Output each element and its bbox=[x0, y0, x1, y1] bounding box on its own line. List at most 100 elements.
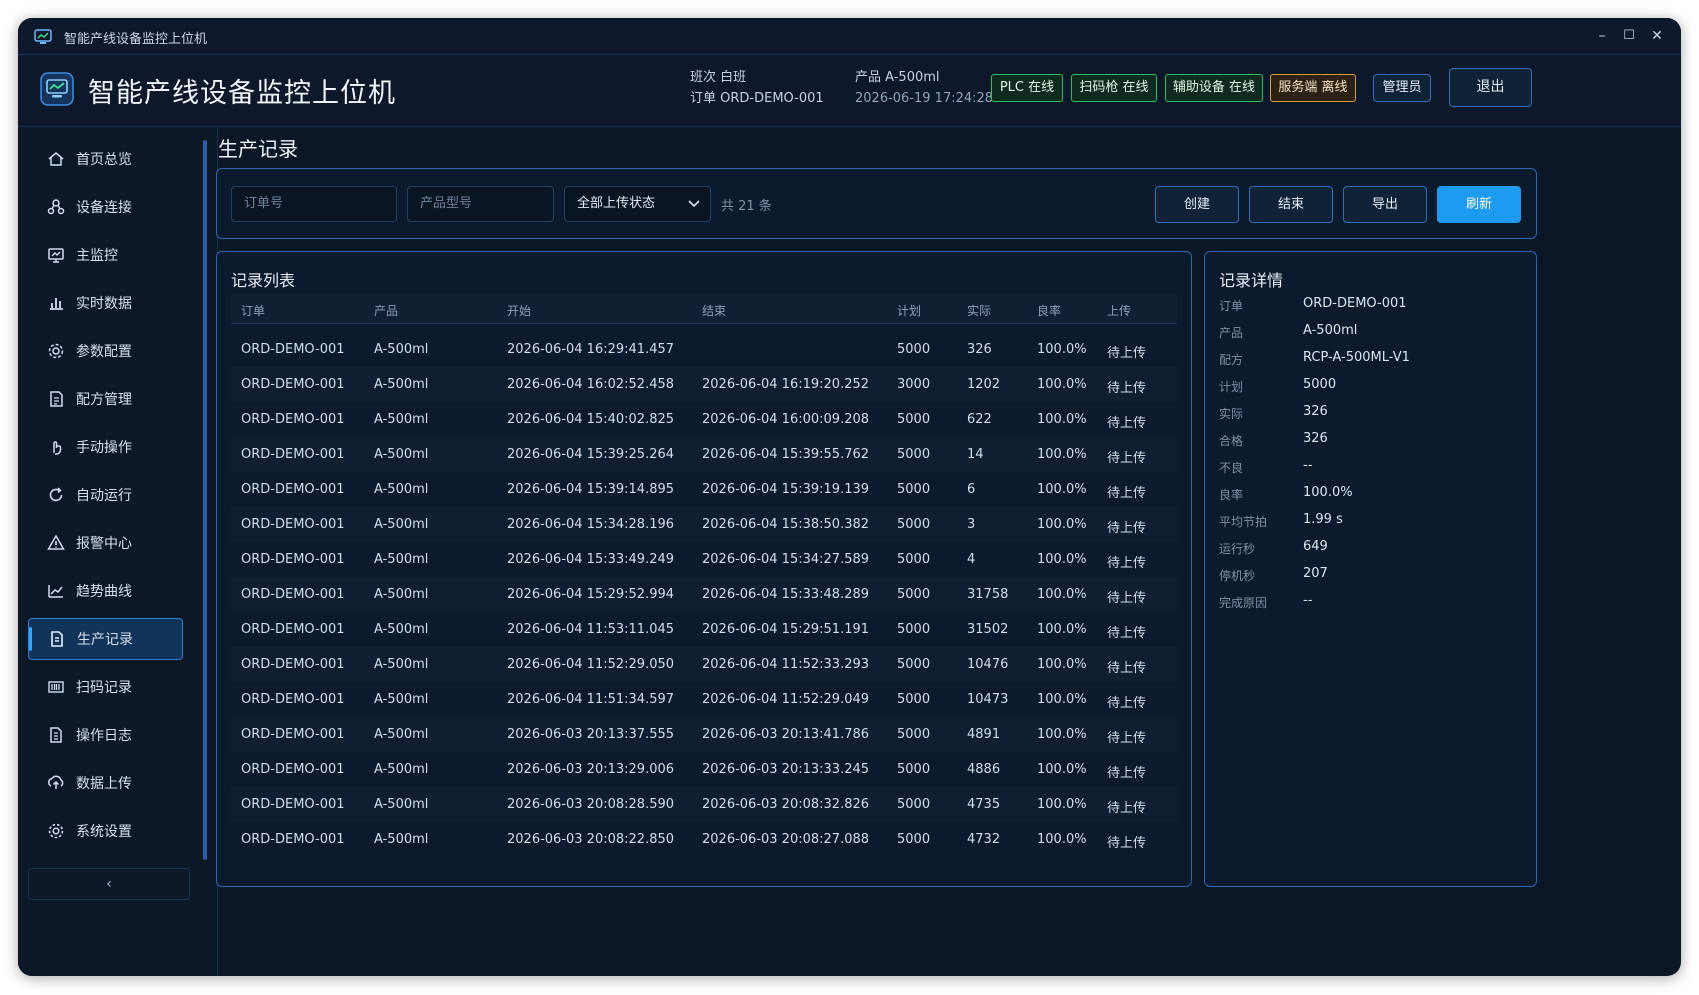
sidebar-item-3[interactable]: 主监控 bbox=[28, 234, 183, 276]
detail-value: 649 bbox=[1303, 539, 1328, 554]
cell-start: 2026-06-04 16:29:41.457 bbox=[507, 342, 675, 357]
sidebar-item-label: 扫码记录 bbox=[76, 680, 132, 696]
column-header[interactable]: 结束 bbox=[702, 302, 726, 319]
sidebar-item-10[interactable]: 趋势曲线 bbox=[28, 570, 183, 612]
cell-yield: 100.0% bbox=[1037, 342, 1087, 357]
sidebar-item-8[interactable]: 自动运行 bbox=[28, 474, 183, 516]
table-row[interactable]: ORD-DEMO-001 A-500ml 2026-06-03 20:13:29.0… bbox=[231, 752, 1177, 787]
sidebar-item-2[interactable]: 设备连接 bbox=[28, 186, 183, 228]
sidebar-item-14[interactable]: 数据上传 bbox=[28, 762, 183, 804]
hand-icon bbox=[46, 437, 66, 457]
sidebar-item-label: 数据上传 bbox=[76, 776, 132, 792]
cell-actual: 31502 bbox=[967, 622, 1009, 637]
record-detail-title: 记录详情 bbox=[1219, 271, 1284, 290]
sidebar-item-9[interactable]: 报警中心 bbox=[28, 522, 183, 564]
plc-status-badge: PLC 在线 bbox=[991, 74, 1063, 102]
upload-status-select[interactable]: 全部上传状态 bbox=[564, 186, 711, 222]
cell-yield: 100.0% bbox=[1037, 517, 1087, 532]
cell-end: 2026-06-04 16:19:20.252 bbox=[702, 377, 870, 392]
table-row[interactable]: ORD-DEMO-001 A-500ml 2026-06-03 20:13:37.5… bbox=[231, 717, 1177, 752]
cell-end: 2026-06-04 15:33:48.289 bbox=[702, 587, 870, 602]
cell-actual: 31758 bbox=[967, 587, 1009, 602]
cell-start: 2026-06-04 15:39:14.895 bbox=[507, 482, 675, 497]
sidebar-item-7[interactable]: 手动操作 bbox=[28, 426, 183, 468]
sidebar-item-15[interactable]: 系统设置 bbox=[28, 810, 183, 852]
cell-product: A-500ml bbox=[374, 622, 429, 637]
cell-actual: 10473 bbox=[967, 692, 1009, 707]
line-chart-icon bbox=[46, 581, 66, 601]
cell-start: 2026-06-04 15:40:02.825 bbox=[507, 412, 675, 427]
cell-end: 2026-06-04 15:39:55.762 bbox=[702, 447, 870, 462]
cell-yield: 100.0% bbox=[1037, 377, 1087, 392]
table-row[interactable]: ORD-DEMO-001 A-500ml 2026-06-04 15:39:14.8… bbox=[231, 472, 1177, 507]
table-row[interactable]: ORD-DEMO-001 A-500ml 2026-06-03 20:08:28.5… bbox=[231, 787, 1177, 822]
cell-end: 2026-06-04 16:00:09.208 bbox=[702, 412, 870, 427]
admin-button[interactable]: 管理员 bbox=[1373, 74, 1431, 102]
sidebar-item-label: 配方管理 bbox=[76, 392, 132, 408]
cell-upload: 待上传 bbox=[1107, 801, 1147, 816]
sidebar-item-12[interactable]: 扫码记录 bbox=[28, 666, 183, 708]
table-row[interactable]: ORD-DEMO-001 A-500ml 2026-06-04 15:33:49.2… bbox=[231, 542, 1177, 577]
cell-upload: 待上传 bbox=[1107, 521, 1147, 536]
column-header[interactable]: 订单 bbox=[241, 302, 265, 319]
sidebar-item-label: 首页总览 bbox=[76, 152, 132, 168]
column-header[interactable]: 良率 bbox=[1037, 302, 1061, 319]
column-header[interactable]: 计划 bbox=[897, 302, 921, 319]
sidebar-scrollbar[interactable] bbox=[203, 140, 207, 860]
order-search-input[interactable]: 订单号 bbox=[231, 186, 397, 222]
detail-row: 停机秒 207 bbox=[1219, 564, 1519, 588]
table-row[interactable]: ORD-DEMO-001 A-500ml 2026-06-04 16:29:41.4… bbox=[231, 332, 1177, 367]
sidebar-item-4[interactable]: 实时数据 bbox=[28, 282, 183, 324]
cell-product: A-500ml bbox=[374, 832, 429, 847]
finish-button[interactable]: 结束 bbox=[1249, 186, 1333, 223]
warning-icon bbox=[46, 533, 66, 553]
cell-actual: 4735 bbox=[967, 797, 1001, 812]
detail-key: 合格 bbox=[1219, 434, 1244, 448]
home-icon bbox=[46, 149, 66, 169]
maximize-button[interactable]: ☐ bbox=[1616, 24, 1642, 48]
barcode-icon bbox=[46, 677, 66, 697]
sidebar-item-1[interactable]: 首页总览 bbox=[28, 138, 183, 180]
shift-label: 班次 白班 bbox=[690, 70, 747, 85]
window-title: 智能产线设备监控上位机 bbox=[64, 32, 208, 47]
table-body[interactable]: ORD-DEMO-001 A-500ml 2026-06-04 16:29:41.4… bbox=[231, 332, 1177, 872]
cell-order: ORD-DEMO-001 bbox=[241, 342, 345, 357]
close-button[interactable]: ✕ bbox=[1644, 24, 1670, 48]
sidebar-item-label: 自动运行 bbox=[76, 488, 132, 504]
server-status-badge: 服务端 离线 bbox=[1270, 74, 1356, 102]
table-row[interactable]: ORD-DEMO-001 A-500ml 2026-06-03 20:08:22.8… bbox=[231, 822, 1177, 857]
logout-button[interactable]: 退出 bbox=[1449, 68, 1532, 107]
cell-order: ORD-DEMO-001 bbox=[241, 832, 345, 847]
table-row[interactable]: ORD-DEMO-001 A-500ml 2026-06-04 11:52:29.0… bbox=[231, 647, 1177, 682]
sidebar-item-11[interactable]: 生产记录 bbox=[28, 618, 183, 660]
table-row[interactable]: ORD-DEMO-001 A-500ml 2026-06-04 16:02:52.4… bbox=[231, 367, 1177, 402]
sidebar-item-label: 设备连接 bbox=[76, 200, 132, 216]
column-header[interactable]: 实际 bbox=[967, 302, 991, 319]
bar-chart-icon bbox=[46, 293, 66, 313]
refresh-button[interactable]: 刷新 bbox=[1437, 186, 1521, 223]
table-row[interactable]: ORD-DEMO-001 A-500ml 2026-06-04 15:39:25.2… bbox=[231, 437, 1177, 472]
collapse-sidebar-button[interactable]: ‹ bbox=[28, 868, 190, 900]
product-search-input[interactable]: 产品型号 bbox=[407, 186, 554, 222]
detail-row: 合格 326 bbox=[1219, 429, 1519, 453]
cell-actual: 4886 bbox=[967, 762, 1001, 777]
export-button[interactable]: 导出 bbox=[1343, 186, 1427, 223]
sidebar-item-5[interactable]: 参数配置 bbox=[28, 330, 183, 372]
column-header[interactable]: 产品 bbox=[374, 302, 398, 319]
table-row[interactable]: ORD-DEMO-001 A-500ml 2026-06-04 15:34:28.1… bbox=[231, 507, 1177, 542]
table-row[interactable]: ORD-DEMO-001 A-500ml 2026-06-04 11:53:11.0… bbox=[231, 612, 1177, 647]
sidebar-item-13[interactable]: 操作日志 bbox=[28, 714, 183, 756]
sidebar-item-6[interactable]: 配方管理 bbox=[28, 378, 183, 420]
cell-order: ORD-DEMO-001 bbox=[241, 797, 345, 812]
table-row[interactable]: ORD-DEMO-001 A-500ml 2026-06-04 15:29:52.9… bbox=[231, 577, 1177, 612]
cell-upload: 待上传 bbox=[1107, 766, 1147, 781]
table-row[interactable]: ORD-DEMO-001 A-500ml 2026-06-04 11:51:34.5… bbox=[231, 682, 1177, 717]
cell-end: 2026-06-04 15:38:50.382 bbox=[702, 517, 870, 532]
minimize-button[interactable]: – bbox=[1589, 24, 1615, 48]
column-header[interactable]: 开始 bbox=[507, 302, 531, 319]
sidebar-item-label: 系统设置 bbox=[76, 824, 132, 840]
table-row[interactable]: ORD-DEMO-001 A-500ml 2026-06-04 15:40:02.8… bbox=[231, 402, 1177, 437]
cell-plan: 5000 bbox=[897, 832, 931, 847]
create-button[interactable]: 创建 bbox=[1155, 186, 1239, 223]
column-header[interactable]: 上传 bbox=[1107, 302, 1131, 319]
